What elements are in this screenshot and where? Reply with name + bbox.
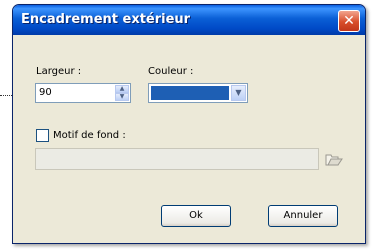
title-bar[interactable]: Encadrement extérieur ✕ [13, 5, 365, 35]
width-value[interactable]: 90 [39, 87, 52, 98]
close-button[interactable]: ✕ [338, 10, 360, 32]
dialog-title: Encadrement extérieur [21, 12, 191, 27]
chevron-down-icon[interactable]: ▼ [231, 85, 246, 101]
color-label: Couleur : [148, 66, 194, 77]
cancel-button[interactable]: Annuler [268, 205, 338, 227]
width-spinner-buttons: ▲ ▼ [115, 85, 129, 101]
background-pattern-checkbox[interactable] [36, 129, 49, 142]
background-pattern-label: Motif de fond : [53, 130, 126, 141]
spin-down-icon[interactable]: ▼ [115, 93, 129, 101]
outer-border-dialog: Encadrement extérieur ✕ Largeur : 90 ▲ ▼… [12, 4, 366, 244]
background-pattern-path-field[interactable] [35, 148, 319, 170]
width-label: Largeur : [36, 66, 82, 77]
ok-button[interactable]: Ok [161, 205, 231, 227]
spin-up-icon[interactable]: ▲ [115, 85, 129, 93]
close-icon: ✕ [343, 13, 355, 29]
width-spinner[interactable]: 90 ▲ ▼ [35, 83, 131, 103]
folder-open-icon[interactable] [325, 151, 343, 167]
color-swatch [151, 86, 229, 100]
color-picker[interactable]: ▼ [148, 83, 248, 103]
